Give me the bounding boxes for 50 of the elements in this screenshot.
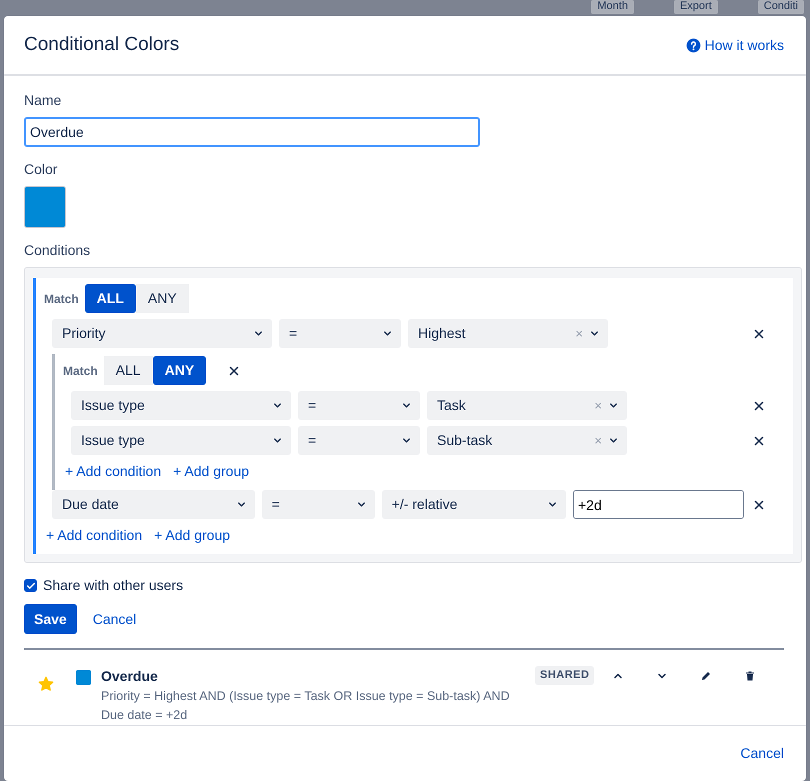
- name-label: Name: [24, 91, 62, 110]
- conditions-label: Conditions: [24, 241, 92, 260]
- dropdown[interactable]: =: [279, 319, 401, 348]
- add-condition-link[interactable]: + Add condition: [46, 525, 142, 546]
- name-input[interactable]: Overdue: [24, 117, 480, 147]
- dropdown[interactable]: Sub-task ×: [427, 426, 627, 455]
- help-icon: [686, 38, 701, 52]
- color-swatch[interactable]: [24, 186, 66, 228]
- match-toggle[interactable]: ALL: [84, 284, 136, 313]
- rule-name: Overdue: [101, 667, 159, 686]
- close-icon: [753, 498, 765, 510]
- add-group-link[interactable]: + Add group: [173, 461, 250, 482]
- add-group-link[interactable]: + Add group: [154, 525, 230, 546]
- dropdown[interactable]: =: [262, 490, 375, 519]
- share-checkbox[interactable]: [24, 579, 37, 592]
- pencil-icon: [700, 670, 712, 682]
- dropdown[interactable]: =: [298, 391, 420, 420]
- match-toggle[interactable]: ANY: [152, 356, 206, 385]
- match-label: Match: [63, 362, 98, 380]
- dropdown[interactable]: Issue type: [71, 426, 291, 455]
- share-label: Share with other users: [43, 576, 184, 595]
- help-link[interactable]: How it works: [686, 34, 784, 56]
- dropdown[interactable]: Due date: [52, 490, 255, 519]
- value-input[interactable]: +2d: [573, 490, 744, 519]
- match-toggle[interactable]: ALL: [104, 356, 153, 385]
- dropdown[interactable]: Issue type: [71, 391, 291, 420]
- match-toggle[interactable]: ANY: [136, 284, 189, 313]
- color-label: Color: [24, 160, 58, 179]
- close-icon: [753, 400, 765, 412]
- dialog-title: Conditional Colors: [24, 34, 180, 56]
- shared-badge: SHARED: [535, 666, 594, 684]
- dropdown[interactable]: Highest ×: [408, 319, 608, 348]
- match-label: Match: [44, 290, 79, 308]
- cancel-link[interactable]: Cancel: [740, 743, 784, 764]
- dropdown[interactable]: Task ×: [427, 391, 627, 420]
- close-icon: [228, 364, 240, 376]
- dropdown[interactable]: =: [298, 426, 420, 455]
- rule-description: Priority = Highest AND (Issue type = Task OR Issue type = Sub-task) AND Due date = +2d: [101, 688, 511, 724]
- toolbar-button[interactable]: Conditi: [758, 0, 804, 14]
- toolbar-button[interactable]: Month: [591, 0, 634, 14]
- dropdown[interactable]: +/- relative: [382, 490, 566, 519]
- check-icon: [26, 580, 36, 590]
- close-icon: [753, 328, 765, 340]
- trash-icon: [744, 670, 756, 682]
- add-condition-link[interactable]: + Add condition: [65, 461, 162, 482]
- toolbar-button[interactable]: Export: [674, 0, 718, 14]
- dropdown[interactable]: Priority: [52, 319, 272, 348]
- close-icon: [753, 434, 765, 446]
- cancel-link[interactable]: Cancel: [92, 608, 136, 630]
- save-button[interactable]: Save: [24, 604, 77, 634]
